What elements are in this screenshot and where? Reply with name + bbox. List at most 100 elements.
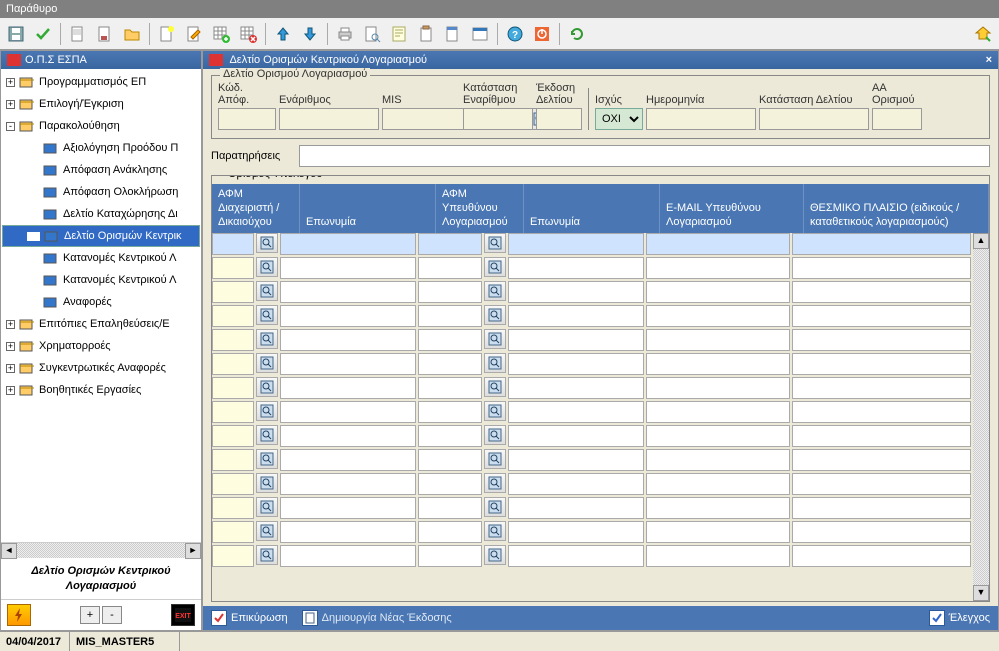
- cell-eponymia2[interactable]: [508, 281, 644, 303]
- cell-email[interactable]: [646, 377, 790, 399]
- cell-afm-diax[interactable]: [212, 305, 254, 327]
- cell-eponymia2[interactable]: [508, 425, 644, 447]
- cell-afm-diax[interactable]: [212, 449, 254, 471]
- lookup-afm-diax-icon[interactable]: [256, 233, 278, 253]
- lookup-afm-ypey-icon[interactable]: [484, 377, 506, 397]
- tree-node[interactable]: Δελτίο Ορισμών Κεντρικ: [2, 225, 200, 247]
- tree-toggle[interactable]: +: [6, 364, 15, 373]
- tree-node[interactable]: Απόφαση Ολοκλήρωση: [2, 181, 200, 203]
- save-icon[interactable]: [4, 22, 28, 46]
- cell-thesmiko[interactable]: [792, 281, 971, 303]
- cell-afm-ypey[interactable]: [418, 329, 482, 351]
- page-icon-1[interactable]: [66, 22, 90, 46]
- cell-thesmiko[interactable]: [792, 353, 971, 375]
- cell-eponymia1[interactable]: [280, 305, 416, 327]
- cell-eponymia2[interactable]: [508, 521, 644, 543]
- cell-email[interactable]: [646, 257, 790, 279]
- cell-afm-diax[interactable]: [212, 545, 254, 567]
- input-katastasi-en[interactable]: [463, 108, 533, 130]
- cell-thesmiko[interactable]: [792, 377, 971, 399]
- cell-eponymia2[interactable]: [508, 329, 644, 351]
- lookup-afm-ypey-icon[interactable]: [484, 473, 506, 493]
- cell-afm-diax[interactable]: [212, 281, 254, 303]
- cell-afm-ypey[interactable]: [418, 425, 482, 447]
- cell-email[interactable]: [646, 329, 790, 351]
- cell-email[interactable]: [646, 521, 790, 543]
- cell-eponymia1[interactable]: [280, 425, 416, 447]
- help-icon[interactable]: ?: [503, 22, 527, 46]
- page-icon-2[interactable]: [93, 22, 117, 46]
- cell-thesmiko[interactable]: [792, 329, 971, 351]
- scroll-track[interactable]: [17, 543, 185, 558]
- cell-eponymia2[interactable]: [508, 473, 644, 495]
- cell-email[interactable]: [646, 545, 790, 567]
- tree-toggle[interactable]: +: [6, 320, 15, 329]
- cell-thesmiko[interactable]: [792, 521, 971, 543]
- tree-node[interactable]: Κατανομές Κεντρικού Λ: [2, 247, 200, 269]
- tree-node[interactable]: +Βοηθητικές Εργασίες: [2, 379, 200, 401]
- lookup-afm-ypey-icon[interactable]: [484, 497, 506, 517]
- cell-eponymia2[interactable]: [508, 545, 644, 567]
- cell-email[interactable]: [646, 449, 790, 471]
- grid-vscroll[interactable]: ▲ ▼: [973, 233, 989, 601]
- refresh-icon[interactable]: [565, 22, 589, 46]
- scroll-left-icon[interactable]: ◄: [1, 543, 17, 559]
- input-katastasi-deltiou[interactable]: [759, 108, 869, 130]
- lookup-afm-diax-icon[interactable]: [256, 473, 278, 493]
- lookup-afm-diax-icon[interactable]: [256, 329, 278, 349]
- cell-eponymia1[interactable]: [280, 353, 416, 375]
- print-icon[interactable]: [333, 22, 357, 46]
- dimiourgia-button[interactable]: Δημιουργία Νέας Έκδοσης: [302, 610, 452, 626]
- cell-afm-diax[interactable]: [212, 473, 254, 495]
- home-arrow-icon[interactable]: [971, 22, 995, 46]
- tree-node[interactable]: -Παρακολούθηση: [2, 115, 200, 137]
- cell-eponymia1[interactable]: [280, 329, 416, 351]
- tree-node[interactable]: +Επιτόπιες Επαληθεύσεις/Ε: [2, 313, 200, 335]
- cell-thesmiko[interactable]: [792, 233, 971, 255]
- cell-eponymia1[interactable]: [280, 401, 416, 423]
- zoom-out-button[interactable]: -: [102, 606, 122, 624]
- tree-node[interactable]: Απόφαση Ανάκλησης: [2, 159, 200, 181]
- cell-afm-diax[interactable]: [212, 353, 254, 375]
- cell-thesmiko[interactable]: [792, 401, 971, 423]
- check-icon[interactable]: [31, 22, 55, 46]
- cell-eponymia1[interactable]: [280, 449, 416, 471]
- cell-thesmiko[interactable]: [792, 497, 971, 519]
- select-isxys[interactable]: ΟΧΙ: [595, 108, 643, 130]
- tree-node[interactable]: +Χρηματορροές: [2, 335, 200, 357]
- cell-afm-ypey[interactable]: [418, 449, 482, 471]
- lookup-afm-ypey-icon[interactable]: [484, 353, 506, 373]
- tree-node[interactable]: Αξιολόγηση Προόδου Π: [2, 137, 200, 159]
- tree-toggle[interactable]: +: [6, 342, 15, 351]
- cell-afm-diax[interactable]: [212, 257, 254, 279]
- tree-node[interactable]: +Συγκεντρωτικές Αναφορές: [2, 357, 200, 379]
- cell-thesmiko[interactable]: [792, 473, 971, 495]
- lookup-afm-diax-icon[interactable]: [256, 545, 278, 565]
- tree-node[interactable]: Αναφορές: [2, 291, 200, 313]
- scroll-down-icon[interactable]: ▼: [973, 585, 989, 601]
- lookup-afm-ypey-icon[interactable]: [484, 425, 506, 445]
- clipboard-icon[interactable]: [414, 22, 438, 46]
- cell-eponymia2[interactable]: [508, 257, 644, 279]
- cell-afm-ypey[interactable]: [418, 521, 482, 543]
- epikyrosi-button[interactable]: Επικύρωση: [211, 610, 288, 626]
- cell-email[interactable]: [646, 473, 790, 495]
- cell-afm-diax[interactable]: [212, 233, 254, 255]
- tree-node[interactable]: Δελτίο Καταχώρησης Δι: [2, 203, 200, 225]
- cell-email[interactable]: [646, 425, 790, 447]
- exit-icon[interactable]: EXIT: [171, 604, 195, 626]
- cell-afm-diax[interactable]: [212, 401, 254, 423]
- lookup-afm-diax-icon[interactable]: [256, 305, 278, 325]
- cell-thesmiko[interactable]: [792, 305, 971, 327]
- cell-afm-diax[interactable]: [212, 521, 254, 543]
- cell-afm-ypey[interactable]: [418, 497, 482, 519]
- cell-eponymia2[interactable]: [508, 497, 644, 519]
- tree-toggle[interactable]: +: [6, 100, 15, 109]
- cell-afm-ypey[interactable]: [418, 377, 482, 399]
- cell-afm-ypey[interactable]: [418, 545, 482, 567]
- edit-pencil-icon[interactable]: [182, 22, 206, 46]
- cell-email[interactable]: [646, 401, 790, 423]
- lightning-icon[interactable]: [7, 604, 31, 626]
- lookup-afm-ypey-icon[interactable]: [484, 305, 506, 325]
- cell-afm-ypey[interactable]: [418, 305, 482, 327]
